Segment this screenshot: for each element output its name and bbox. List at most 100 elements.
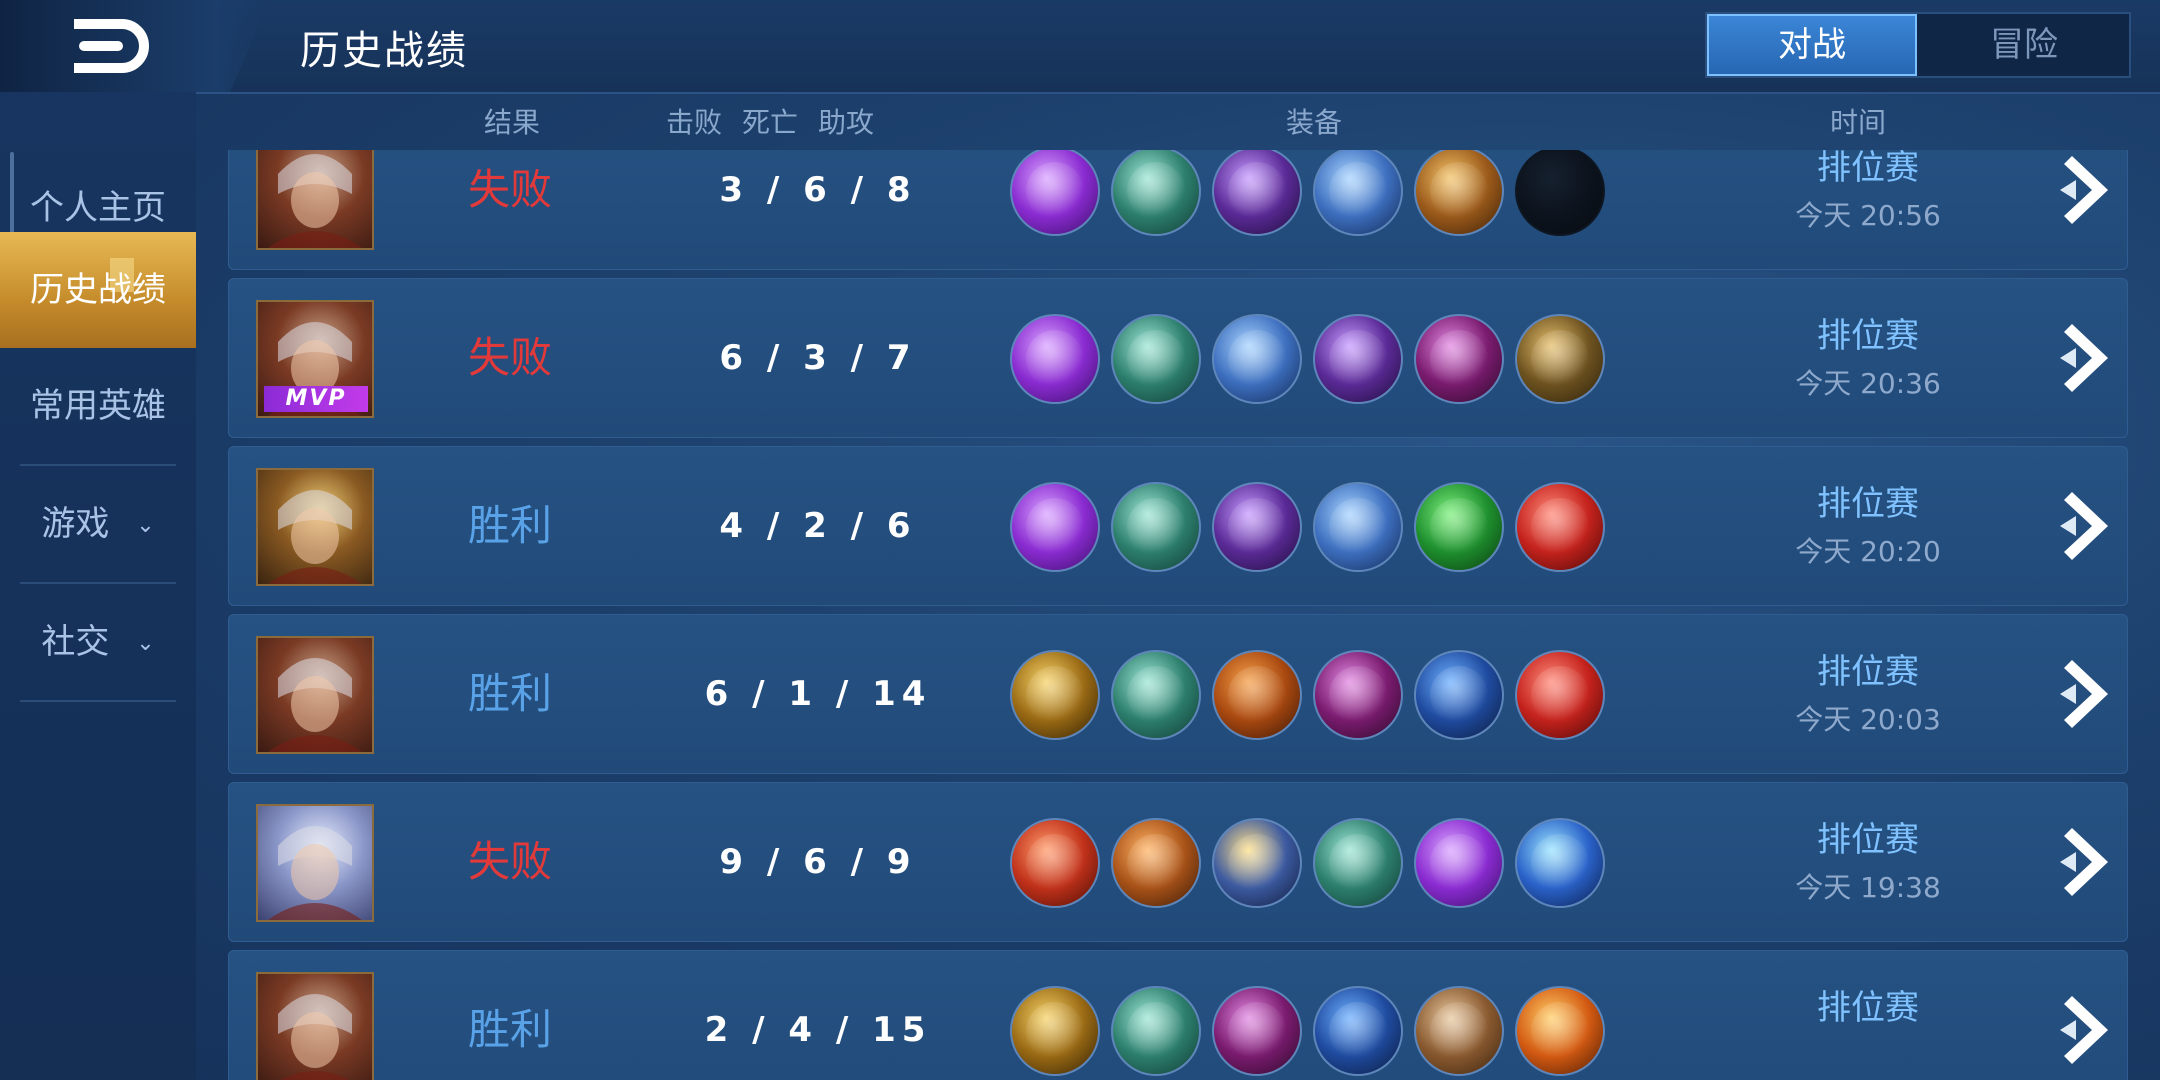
purple-axe-icon[interactable] xyxy=(1010,314,1100,404)
match-time: 今天 20:36 xyxy=(1795,367,1941,400)
purple-armor-icon[interactable] xyxy=(1212,986,1302,1076)
gold-cloak-icon[interactable] xyxy=(1515,314,1605,404)
green-boots-icon[interactable] xyxy=(1111,150,1201,236)
tab-battle[interactable]: 对战 xyxy=(1707,14,1917,76)
gold-shield-icon[interactable] xyxy=(1010,986,1100,1076)
match-row[interactable]: 胜利 2 / 4 / 15 排位赛 xyxy=(228,950,2128,1080)
gold-shield-icon[interactable] xyxy=(1010,650,1100,740)
hero-portrait-icon xyxy=(268,826,362,920)
top-bar: 历史战绩 对战 冒险 xyxy=(0,0,2160,94)
purple-axe-icon[interactable] xyxy=(1414,818,1504,908)
match-row[interactable]: 失败 3 / 6 / 8 排位赛今天 20:56 xyxy=(228,150,2128,270)
sidebar-item-label: 常用英雄 xyxy=(30,386,166,426)
purple-axe-icon[interactable] xyxy=(1010,150,1100,236)
chevron-right-icon[interactable] xyxy=(2058,992,2118,1068)
orange-blade-icon[interactable] xyxy=(1111,818,1201,908)
hero-portrait-icon xyxy=(278,994,352,1080)
purple-blade-icon[interactable] xyxy=(1212,482,1302,572)
match-time: 今天 20:03 xyxy=(1795,703,1941,736)
hero-avatar: MVP xyxy=(256,300,374,418)
purple-blade-icon[interactable] xyxy=(1212,150,1302,236)
match-row[interactable]: 胜利 6 / 1 / 14 排位赛 今天 20:03 xyxy=(228,614,2128,774)
purple-blade-icon[interactable] xyxy=(1313,314,1403,404)
match-row[interactable]: MVP 失败 6 / 3 / 7 排位赛 今天 20:36 xyxy=(228,278,2128,438)
chevron-right-icon[interactable] xyxy=(2058,320,2118,396)
sidebar-item-label: 历史战绩 xyxy=(30,270,166,310)
chevron-right-icon[interactable] xyxy=(2058,656,2118,732)
kda-score: 6 / 1 / 14 xyxy=(704,674,932,714)
empty-icon[interactable] xyxy=(1515,150,1605,236)
back-icon[interactable] xyxy=(60,14,160,78)
green-boots-icon[interactable] xyxy=(1111,482,1201,572)
purple-axe-icon[interactable] xyxy=(1010,482,1100,572)
tab-adventure[interactable]: 冒险 xyxy=(1919,14,2129,76)
orange-armor-icon[interactable] xyxy=(1212,650,1302,740)
match-mode: 排位赛 xyxy=(1817,316,1919,356)
kda-score: 4 / 2 / 6 xyxy=(719,506,917,546)
sidebar-item-game[interactable]: 游戏 ⌄ xyxy=(0,466,196,582)
column-header-kill: 击败 xyxy=(666,106,723,139)
match-time: 今天 19:38 xyxy=(1795,871,1941,904)
green-gem-icon[interactable] xyxy=(1414,482,1504,572)
gold-star-icon[interactable] xyxy=(1212,818,1302,908)
hero-avatar xyxy=(256,972,374,1080)
column-header-equipment: 装备 xyxy=(1286,106,1343,139)
match-mode: 排位赛 xyxy=(1817,150,1919,188)
green-boots-icon[interactable] xyxy=(1111,314,1201,404)
green-boots-icon[interactable] xyxy=(1313,818,1403,908)
hero-avatar xyxy=(256,468,374,586)
hero-portrait-icon xyxy=(268,490,362,584)
blue-spear-icon[interactable] xyxy=(1515,818,1605,908)
match-time: 今天 20:56 xyxy=(1795,199,1941,232)
page-title: 历史战绩 xyxy=(300,28,468,74)
blue-blade-icon[interactable] xyxy=(1313,482,1403,572)
mvp-badge: MVP xyxy=(264,386,368,412)
hero-avatar xyxy=(256,150,374,250)
match-time: 今天 20:20 xyxy=(1795,535,1941,568)
kda-score: 6 / 3 / 7 xyxy=(719,338,917,378)
sidebar: 个人主页 历史战绩 常用英雄 游戏 ⌄ 社交 ⌄ xyxy=(0,92,196,1080)
gold-armor-icon[interactable] xyxy=(1414,150,1504,236)
blue-blade-icon[interactable] xyxy=(1313,150,1403,236)
sidebar-item-heroes[interactable]: 常用英雄 xyxy=(0,348,196,464)
match-result: 胜利 xyxy=(468,1005,553,1054)
sidebar-item-history[interactable]: 历史战绩 xyxy=(0,232,196,348)
red-gem-icon[interactable] xyxy=(1515,650,1605,740)
match-mode: 排位赛 xyxy=(1817,988,1919,1028)
match-list[interactable]: 失败 3 / 6 / 8 排位赛 今天 20:56 MVP 失败 6 / 3 /… xyxy=(196,150,2160,1080)
blue-cloak-icon[interactable] xyxy=(1414,650,1504,740)
green-boots-icon[interactable] xyxy=(1111,986,1201,1076)
blue-blade-icon[interactable] xyxy=(1212,314,1302,404)
blue-cloak-icon[interactable] xyxy=(1313,986,1403,1076)
brown-bag-icon[interactable] xyxy=(1414,986,1504,1076)
match-result: 失败 xyxy=(468,165,553,214)
purple-armor-icon[interactable] xyxy=(1313,650,1403,740)
match-mode: 排位赛 xyxy=(1817,652,1919,692)
column-header-result: 结果 xyxy=(484,106,541,139)
column-header-assist: 助攻 xyxy=(818,106,875,139)
match-result: 胜利 xyxy=(468,501,553,550)
hero-portrait-icon xyxy=(268,658,362,752)
chevron-right-icon[interactable] xyxy=(2058,824,2118,900)
chevron-down-icon: ⌄ xyxy=(136,512,155,538)
sidebar-item-social[interactable]: 社交 ⌄ xyxy=(0,584,196,700)
hero-portrait-icon xyxy=(268,154,362,248)
green-boots-icon[interactable] xyxy=(1111,650,1201,740)
match-mode: 排位赛 xyxy=(1817,484,1919,524)
hero-avatar xyxy=(256,636,374,754)
orange-orb-icon[interactable] xyxy=(1515,986,1605,1076)
sidebar-divider xyxy=(20,700,176,702)
match-mode: 排位赛 xyxy=(1817,820,1919,860)
match-result: 失败 xyxy=(468,837,553,886)
red-gem-icon[interactable] xyxy=(1515,482,1605,572)
purple-armor-icon[interactable] xyxy=(1414,314,1504,404)
chevron-right-icon[interactable] xyxy=(2058,488,2118,564)
red-blade-icon[interactable] xyxy=(1010,818,1100,908)
chevron-right-icon[interactable] xyxy=(2058,152,2118,228)
match-row[interactable]: 胜利 4 / 2 / 6 排位赛今天 20:20 xyxy=(228,446,2128,606)
sidebar-item-label: 游戏 xyxy=(41,504,110,544)
kda-score: 2 / 4 / 15 xyxy=(704,1010,932,1050)
kda-score: 3 / 6 / 8 xyxy=(719,170,917,210)
match-row[interactable]: 失败 9 / 6 / 9 排位赛 今天 19:38 xyxy=(228,782,2128,942)
mode-tabs: 对战 冒险 xyxy=(1705,12,2131,78)
